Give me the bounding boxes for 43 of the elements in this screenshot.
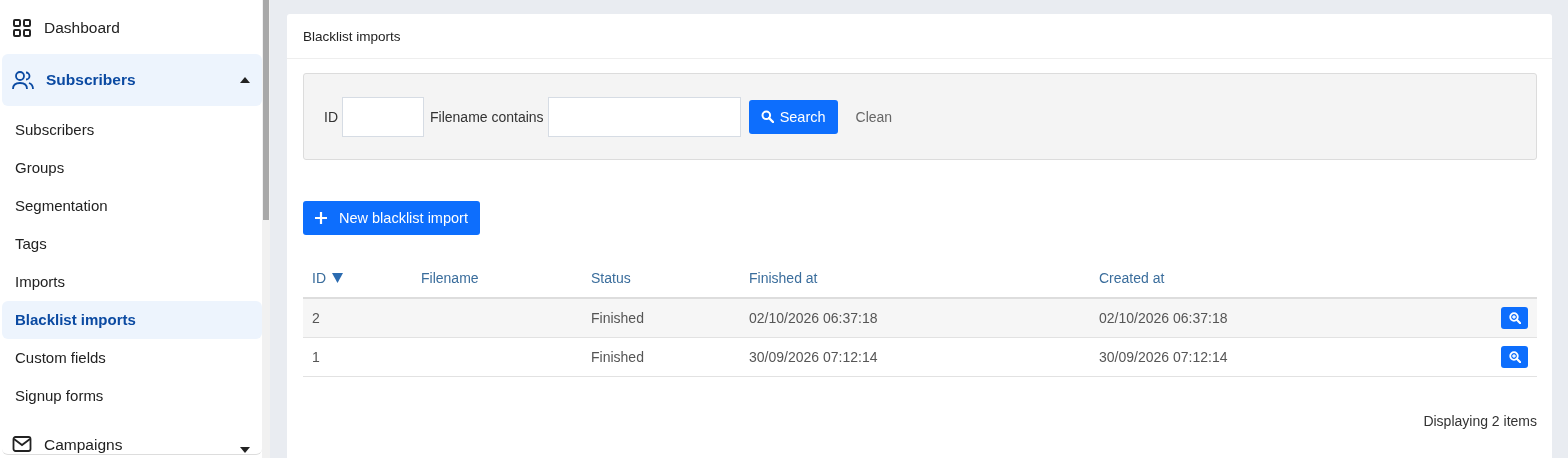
sidebar-subitem[interactable]: Blacklist imports (2, 301, 262, 339)
plus-icon (315, 212, 327, 224)
search-icon (760, 110, 774, 123)
table-cell-text: Finished (590, 349, 645, 365)
table-cell-text: Finished (590, 310, 645, 326)
input-field[interactable] (547, 96, 741, 137)
table-cell-text: 1 (311, 349, 321, 365)
column-header[interactable]: Filename (412, 270, 582, 286)
sidebar-subitem[interactable]: Segmentation (2, 187, 262, 225)
view-button[interactable] (1501, 307, 1528, 329)
sidebar-subitem[interactable]: Signup forms (2, 377, 262, 415)
table-cell-text: 30/09/2026 07:12:14 (748, 349, 879, 365)
sidebar-subitem[interactable]: Groups (2, 149, 262, 187)
sidebar-item[interactable]: Dashboard (2, 2, 262, 54)
sidebar-subitem[interactable]: Imports (2, 263, 262, 301)
field-label: Filename contains (430, 108, 544, 125)
table-cell-text: 02/10/2026 06:37:18 (748, 310, 879, 326)
sidebar-subitem[interactable]: Subscribers (2, 111, 262, 149)
column-header[interactable]: ID (303, 270, 412, 286)
new-import-button[interactable]: New blacklist import (303, 201, 480, 235)
users-icon (12, 70, 34, 90)
sidebar-subitem[interactable]: Custom fields (2, 339, 262, 377)
table-cell-text: 02/10/2026 06:37:18 (1098, 310, 1229, 326)
item-count: Displaying 2 items (1423, 413, 1537, 429)
column-header[interactable]: Finished at (740, 270, 1090, 286)
clean-link[interactable]: Clean (855, 108, 893, 125)
search-button[interactable]: Search (748, 99, 838, 134)
input-field[interactable] (342, 96, 424, 137)
card-title: Blacklist imports (303, 28, 401, 44)
zoom-in-icon (1508, 351, 1521, 363)
scrollbar-thumb[interactable] (263, 0, 269, 220)
dashboard-icon (12, 18, 32, 38)
view-button[interactable] (1501, 346, 1528, 368)
table-cell-text: 2 (311, 310, 321, 326)
table-cell-text: 30/09/2026 07:12:14 (1098, 349, 1229, 365)
zoom-in-icon (1508, 312, 1521, 324)
field-label: ID (324, 108, 338, 125)
sidebar-subitem[interactable]: Tags (2, 225, 262, 263)
column-header[interactable]: Created at (1090, 270, 1492, 286)
column-header[interactable]: Status (582, 270, 740, 286)
envelope-icon (12, 435, 32, 453)
sidebar-item[interactable]: Subscribers (2, 54, 262, 106)
sidebar-item[interactable]: Campaigns (2, 423, 262, 455)
